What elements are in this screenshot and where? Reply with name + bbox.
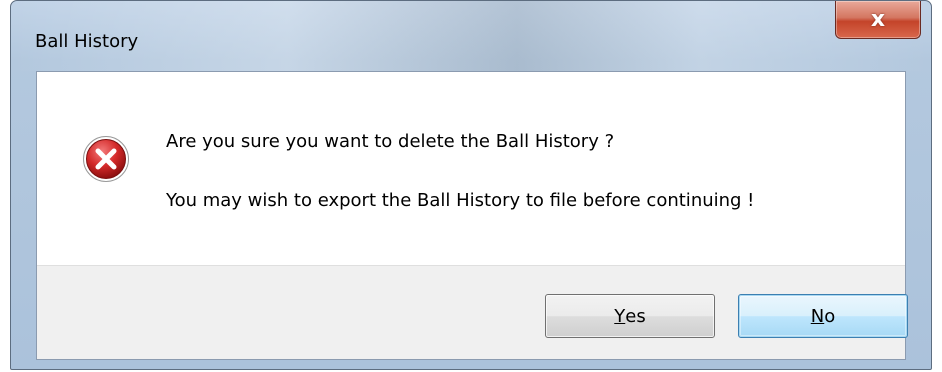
dialog-client-area: Are you sure you want to delete the Ball… bbox=[36, 71, 908, 360]
message-line-2: You may wish to export the Ball History … bbox=[166, 190, 755, 211]
dialog-window: Ball History x Are you sure you want to … bbox=[10, 0, 932, 370]
close-button[interactable]: x bbox=[835, 1, 921, 39]
no-accelerator: N bbox=[810, 305, 825, 327]
yes-button[interactable]: Yes bbox=[545, 294, 715, 338]
message-line-1: Are you sure you want to delete the Ball… bbox=[166, 131, 615, 152]
window-title: Ball History bbox=[35, 31, 139, 52]
yes-label-rest: es bbox=[625, 305, 646, 327]
message-area: Are you sure you want to delete the Ball… bbox=[37, 72, 905, 265]
no-label-rest: o bbox=[824, 305, 836, 327]
yes-accelerator: Y bbox=[614, 305, 626, 327]
title-bar[interactable]: Ball History x bbox=[11, 1, 931, 69]
no-button[interactable]: No bbox=[738, 294, 908, 338]
button-bar: Yes No bbox=[37, 265, 908, 359]
close-icon: x bbox=[870, 6, 886, 32]
error-icon bbox=[82, 135, 130, 183]
